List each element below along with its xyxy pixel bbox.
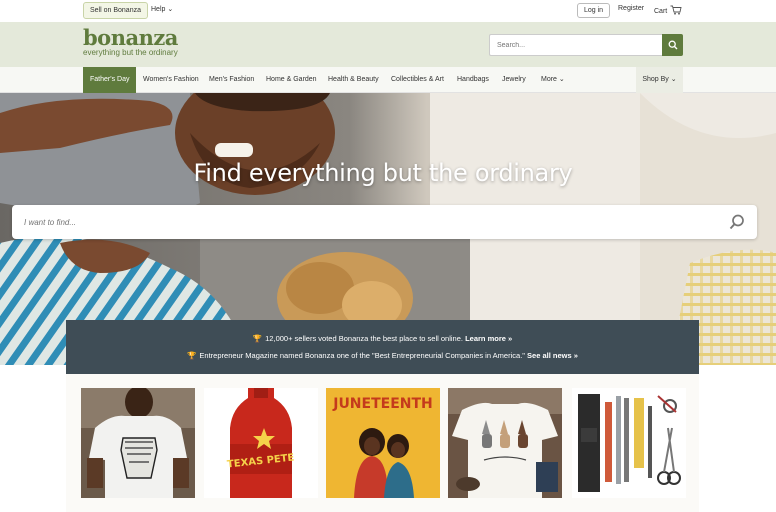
help-label: Help xyxy=(151,6,166,13)
nav-item-home-garden[interactable]: Home & Garden xyxy=(266,67,317,93)
nav-item-fathers-day[interactable]: Father's Day xyxy=(83,67,137,93)
learn-more-link[interactable]: Learn more » xyxy=(465,334,512,343)
cart-label: Cart xyxy=(654,7,668,15)
search-icon xyxy=(729,214,744,230)
banner-line2-text: Entrepreneur Magazine named Bonanza one … xyxy=(199,351,525,360)
chevron-down-icon: ⌄ xyxy=(558,76,565,83)
cart-link[interactable]: Cart xyxy=(654,5,682,17)
category-nav: Father's Day Women's Fashion Men's Fashi… xyxy=(0,67,776,93)
product-tile[interactable] xyxy=(572,388,686,498)
see-all-news-link[interactable]: See all news » xyxy=(527,351,578,360)
header-search-button[interactable] xyxy=(662,34,683,56)
search-icon xyxy=(668,40,677,50)
help-menu[interactable]: Help ⌄ xyxy=(151,5,173,13)
nav-more-label: More xyxy=(541,76,557,83)
nav-item-handbags[interactable]: Handbags xyxy=(457,67,489,93)
banner-line-sellers: 🏆 12,000+ sellers voted Bonanza the best … xyxy=(66,334,699,343)
nav-item-mens-fashion[interactable]: Men's Fashion xyxy=(209,67,254,93)
bonanza-logo[interactable]: bonanza everything but the ordinary xyxy=(83,25,178,57)
hero-title: Find everything but the ordinary xyxy=(193,159,573,187)
product-tile[interactable]: JUNETEENTH xyxy=(326,388,440,498)
shop-by-label: Shop By xyxy=(642,76,669,83)
nav-item-health-beauty[interactable]: Health & Beauty xyxy=(328,67,379,93)
logo-wordmark: bonanza xyxy=(83,25,178,50)
site-header: bonanza everything but the ordinary xyxy=(0,22,776,67)
product-tile[interactable] xyxy=(81,388,195,498)
trophy-icon: 🏆 xyxy=(187,351,197,360)
shop-by-menu[interactable]: Shop By ⌄ xyxy=(636,67,683,93)
nav-item-more[interactable]: More ⌄ xyxy=(541,67,565,93)
header-search-input[interactable] xyxy=(489,34,662,56)
product-image-peace-tshirt xyxy=(448,388,562,498)
top-utility-bar: Sell on Bonanza Help ⌄ Log in Register C… xyxy=(0,0,776,22)
cart-icon xyxy=(670,5,682,17)
press-banner: 🏆 12,000+ sellers voted Bonanza the best … xyxy=(66,320,699,374)
header-search xyxy=(489,34,683,56)
hero-search-input[interactable] xyxy=(24,205,704,239)
product-strip: TEXAS PETE JUNETEENTH xyxy=(66,374,699,512)
logo-tagline: everything but the ordinary xyxy=(83,48,178,57)
trophy-icon: 🏆 xyxy=(252,334,263,343)
product-image-fist-tshirt xyxy=(81,388,195,498)
product-image-hot-sauce: TEXAS PETE xyxy=(204,388,318,498)
nav-item-womens-fashion[interactable]: Women's Fashion xyxy=(143,67,199,93)
product-label-text: JUNETEENTH xyxy=(332,396,433,412)
hero-search-button[interactable] xyxy=(728,213,746,236)
nav-item-collectibles-art[interactable]: Collectibles & Art xyxy=(391,67,444,93)
sell-on-bonanza-button[interactable]: Sell on Bonanza xyxy=(83,2,148,19)
banner-line-entrepreneur: 🏆 Entrepreneur Magazine named Bonanza one… xyxy=(66,351,699,360)
chevron-down-icon: ⌄ xyxy=(670,76,677,83)
product-image-tool-kit xyxy=(572,388,686,498)
product-tile[interactable]: TEXAS PETE xyxy=(204,388,318,498)
product-tile[interactable] xyxy=(448,388,562,498)
nav-item-jewelry[interactable]: Jewelry xyxy=(502,67,526,93)
hero-search-bar xyxy=(12,205,757,239)
register-link[interactable]: Register xyxy=(618,5,644,12)
product-image-juneteenth-poster: JUNETEENTH xyxy=(326,388,440,498)
login-button[interactable]: Log in xyxy=(577,3,611,18)
chevron-down-icon: ⌄ xyxy=(167,6,174,13)
banner-line1-text: 12,000+ sellers voted Bonanza the best p… xyxy=(265,334,463,343)
